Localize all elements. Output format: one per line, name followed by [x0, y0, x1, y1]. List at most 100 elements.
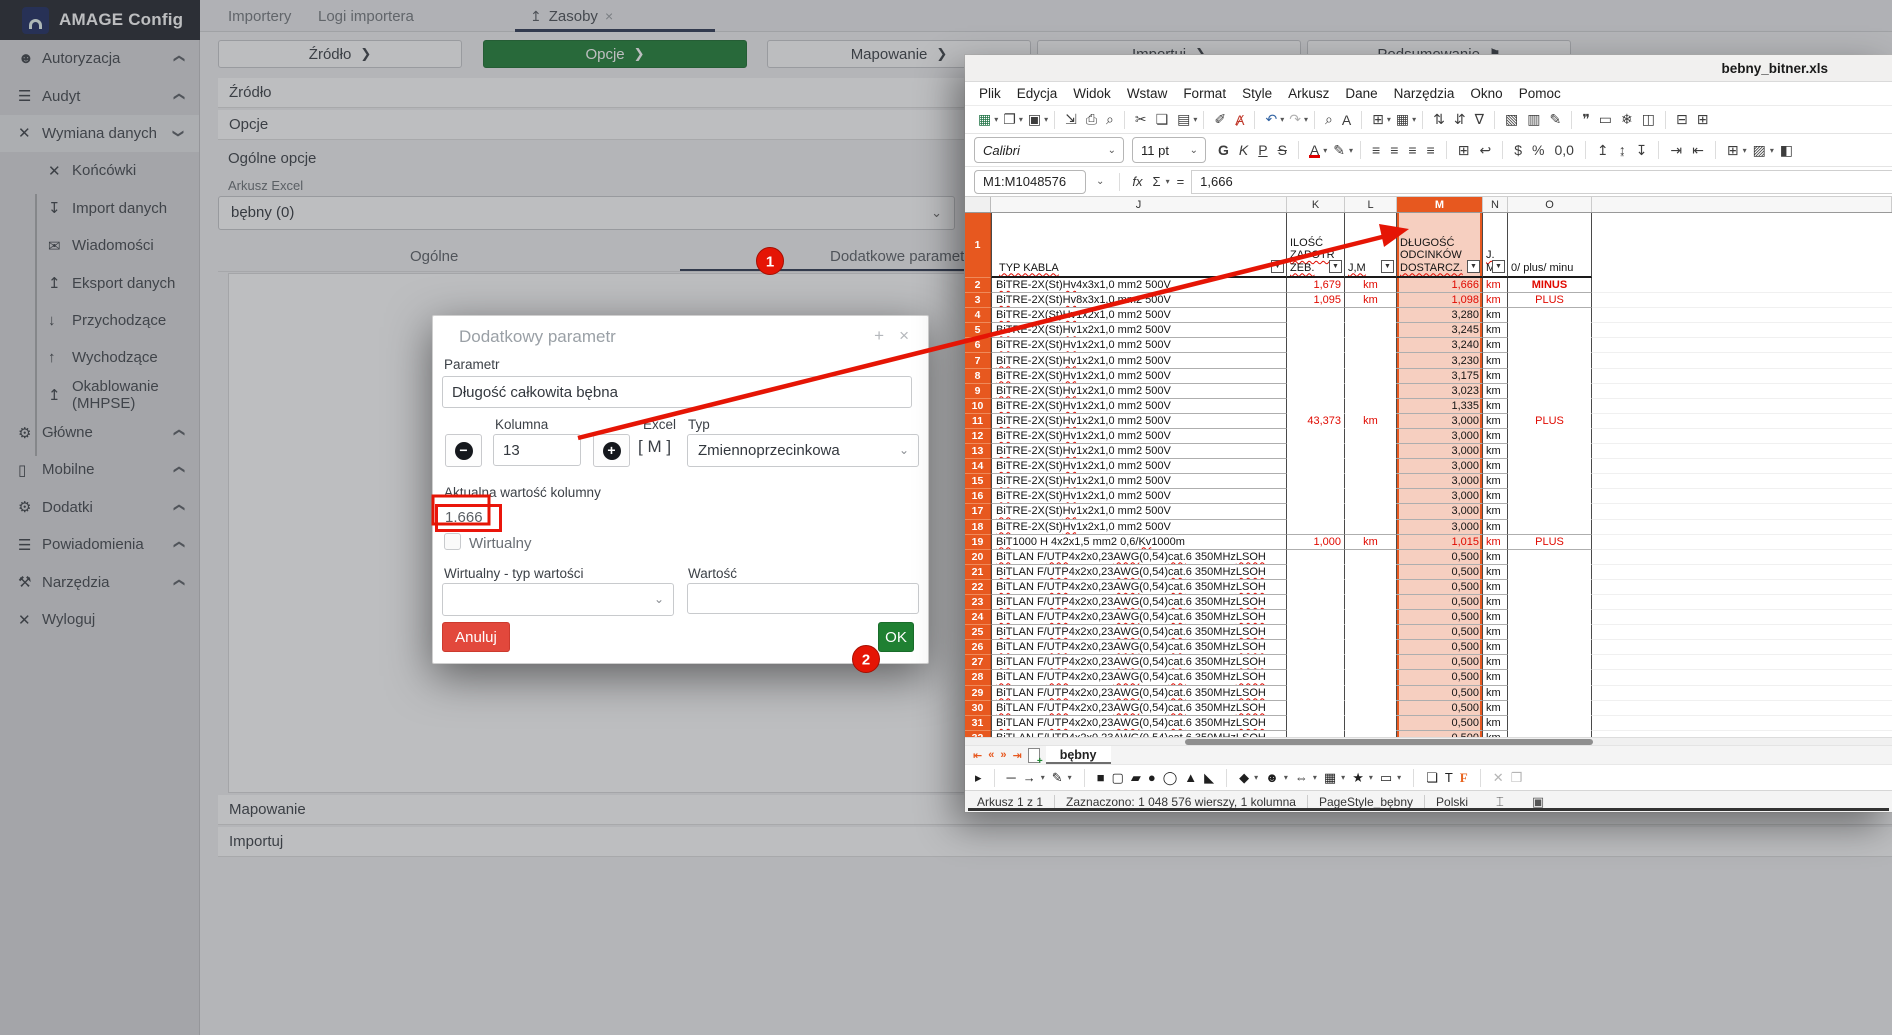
cell-M26[interactable]: 0,500: [1397, 640, 1483, 655]
chevron-down-icon[interactable]: ▾: [1304, 115, 1308, 124]
italic-icon[interactable]: K: [1235, 141, 1252, 159]
right-triangle-icon[interactable]: ◣: [1204, 770, 1214, 786]
cell-M25[interactable]: 0,500: [1397, 625, 1483, 640]
cell-K20[interactable]: [1287, 550, 1345, 565]
cell-N7[interactable]: km: [1483, 353, 1508, 368]
chevron-down-icon[interactable]: ▾: [1397, 773, 1401, 782]
curve-icon[interactable]: ✎: [1052, 770, 1063, 786]
column-minus-button[interactable]: −: [445, 434, 482, 467]
split-window-icon[interactable]: ◫: [1638, 110, 1659, 129]
cell-K2[interactable]: 1,679: [1287, 278, 1345, 293]
row-header-23[interactable]: 23: [965, 595, 991, 610]
function-wizard-icon[interactable]: fx: [1129, 174, 1145, 189]
cell-K17[interactable]: [1287, 504, 1345, 519]
valign-bottom-icon[interactable]: ↧: [1632, 141, 1652, 160]
row-header-9[interactable]: 9: [965, 384, 991, 399]
indent-decrease-icon[interactable]: ⇤: [1688, 141, 1708, 160]
cell-L21[interactable]: [1345, 565, 1397, 580]
cell-L17[interactable]: [1345, 504, 1397, 519]
cell-O6[interactable]: [1508, 338, 1592, 353]
wartosc-input[interactable]: [687, 583, 919, 614]
cell-K12[interactable]: [1287, 429, 1345, 444]
cell-L30[interactable]: [1345, 701, 1397, 716]
save-icon[interactable]: ▣: [1024, 110, 1045, 129]
cell-J3[interactable]: BiT RE-2X(St)Hv 8x3x1,0 mm2 500V: [991, 293, 1287, 308]
cell-J24[interactable]: BiT LAN F/UTP 4x2x0,23 AWG (0,54) cat. 6…: [991, 610, 1287, 625]
cell-O13[interactable]: [1508, 444, 1592, 459]
new-sheet-icon[interactable]: +: [1028, 748, 1040, 763]
font-color-icon[interactable]: A: [1306, 141, 1323, 159]
paste-icon[interactable]: ▤: [1173, 110, 1194, 129]
cell-L25[interactable]: [1345, 625, 1397, 640]
cell-O12[interactable]: [1508, 429, 1592, 444]
cell-L2[interactable]: km: [1345, 278, 1397, 293]
cell-N25[interactable]: km: [1483, 625, 1508, 640]
cell-O21[interactable]: [1508, 565, 1592, 580]
cell-J22[interactable]: BiT LAN F/UTP 4x2x0,23 AWG (0,54) cat. 6…: [991, 580, 1287, 595]
header-cell-N[interactable]: J.M▼: [1483, 213, 1508, 278]
chevron-down-icon[interactable]: ▾: [1341, 773, 1345, 782]
cell-J21[interactable]: BiT LAN F/UTP 4x2x0,23 AWG (0,54) cat. 6…: [991, 565, 1287, 580]
cell-J17[interactable]: BiT RE-2X(St)Hv 1x2x1,0 mm2 500V: [991, 504, 1287, 519]
cell-N22[interactable]: km: [1483, 580, 1508, 595]
cell-J7[interactable]: BiT RE-2X(St)Hv 1x2x1,0 mm2 500V: [991, 353, 1287, 368]
sort-ascending-icon[interactable]: ⇅: [1429, 110, 1449, 129]
cell-L16[interactable]: [1345, 489, 1397, 504]
ok-button[interactable]: OK: [878, 622, 914, 652]
cell-M22[interactable]: 0,500: [1397, 580, 1483, 595]
cell-J16[interactable]: BiT RE-2X(St)Hv 1x2x1,0 mm2 500V: [991, 489, 1287, 504]
undo-icon[interactable]: ↶: [1261, 110, 1281, 129]
insert-column-icon[interactable]: ⊞: [1693, 110, 1713, 129]
chevron-down-icon[interactable]: ▾: [1770, 146, 1774, 155]
clear-formatting-icon[interactable]: Ⱥ: [1231, 111, 1248, 129]
chevron-down-icon[interactable]: ▾: [1254, 773, 1258, 782]
cell-J8[interactable]: BiT RE-2X(St)Hv 1x2x1,0 mm2 500V: [991, 369, 1287, 384]
cell-M14[interactable]: 3,000: [1397, 459, 1483, 474]
cell-M21[interactable]: 0,500: [1397, 565, 1483, 580]
header-cell-K[interactable]: ILOŚĆZAPOTRZEB.▼: [1287, 213, 1345, 278]
menu-edycja[interactable]: Edycja: [1009, 86, 1066, 101]
insert-image-icon[interactable]: ▧: [1501, 110, 1522, 129]
chevron-down-icon[interactable]: ▾: [1019, 115, 1023, 124]
justify-icon[interactable]: ≡: [1423, 141, 1439, 159]
cell-J11[interactable]: BiT RE-2X(St)Hv 1x2x1,0 mm2 500V: [991, 414, 1287, 429]
cut-icon[interactable]: ✂: [1131, 110, 1151, 129]
row-header-12[interactable]: 12: [965, 429, 991, 444]
chevron-down-icon[interactable]: ▾: [1068, 773, 1072, 782]
row-header-16[interactable]: 16: [965, 489, 991, 504]
cell-K11[interactable]: 43,373: [1287, 414, 1345, 429]
line-icon[interactable]: ─: [1007, 770, 1016, 785]
column-header-L[interactable]: L: [1345, 197, 1397, 212]
column-header-O[interactable]: O: [1508, 197, 1592, 212]
row-header-18[interactable]: 18: [965, 520, 991, 535]
cell-N26[interactable]: km: [1483, 640, 1508, 655]
cell-K3[interactable]: 1,095: [1287, 293, 1345, 308]
cell-K18[interactable]: [1287, 520, 1345, 535]
cell-K8[interactable]: [1287, 369, 1345, 384]
cell-K14[interactable]: [1287, 459, 1345, 474]
shape-3d-icon[interactable]: ❒: [1511, 770, 1523, 786]
row-header-22[interactable]: 22: [965, 580, 991, 595]
cell-M10[interactable]: 1,335: [1397, 399, 1483, 414]
cell-N3[interactable]: km: [1483, 293, 1508, 308]
cell-N28[interactable]: km: [1483, 670, 1508, 685]
cell-N17[interactable]: km: [1483, 504, 1508, 519]
wirtualny-checkbox[interactable]: [444, 533, 461, 550]
cell-M13[interactable]: 3,000: [1397, 444, 1483, 459]
highlight-color-icon[interactable]: ✎: [1329, 141, 1349, 160]
valign-top-icon[interactable]: ↥: [1593, 141, 1613, 160]
cell-J28[interactable]: BiT LAN F/UTP 4x2x0,23 AWG (0,54) cat. 6…: [991, 670, 1287, 685]
autofilter-button[interactable]: ▼: [1467, 260, 1480, 273]
cell-O27[interactable]: [1508, 655, 1592, 670]
chevron-down-icon[interactable]: ▾: [1313, 773, 1317, 782]
cell-J18[interactable]: BiT RE-2X(St)Hv 1x2x1,0 mm2 500V: [991, 520, 1287, 535]
autofilter-button[interactable]: ▼: [1271, 260, 1284, 273]
number-format-icon[interactable]: 0,0: [1550, 141, 1577, 159]
cell-L24[interactable]: [1345, 610, 1397, 625]
chevron-down-icon[interactable]: ▾: [1323, 146, 1327, 155]
chevron-down-icon[interactable]: ⌄: [1090, 176, 1110, 187]
row-header-24[interactable]: 24: [965, 610, 991, 625]
cell-J27[interactable]: BiT LAN F/UTP 4x2x0,23 AWG (0,54) cat. 6…: [991, 655, 1287, 670]
autofilter-button[interactable]: ▼: [1492, 260, 1505, 273]
parametr-input[interactable]: [442, 376, 912, 408]
